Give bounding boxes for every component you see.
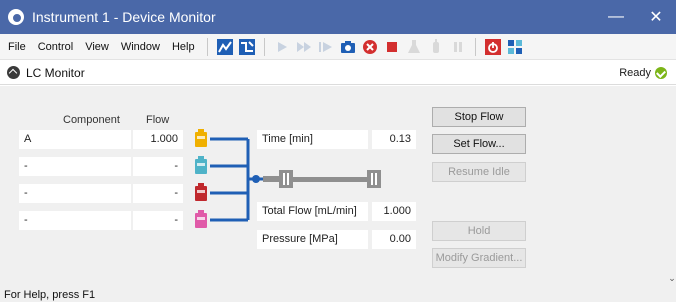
method-icon[interactable] bbox=[238, 38, 256, 56]
toolbar-separator bbox=[206, 37, 208, 56]
scroll-down-icon[interactable]: ⌄ bbox=[668, 274, 676, 283]
flow-field-3[interactable]: - bbox=[133, 184, 183, 203]
column-header-component: Component bbox=[63, 114, 120, 126]
flow-field-1[interactable]: 1.000 bbox=[133, 130, 183, 149]
component-field-2[interactable]: - bbox=[19, 157, 131, 176]
pause-icon[interactable] bbox=[449, 38, 467, 56]
title-bar: Instrument 1 - Device Monitor — ✕ bbox=[0, 0, 676, 34]
lamp-icon[interactable] bbox=[427, 38, 445, 56]
time-label: Time [min] bbox=[257, 130, 368, 149]
lc-monitor-header: LC Monitor Ready bbox=[0, 61, 676, 85]
menu-help[interactable]: Help bbox=[166, 41, 201, 53]
menu-view[interactable]: View bbox=[79, 41, 115, 53]
flow-field-4[interactable]: - bbox=[133, 211, 183, 230]
modify-gradient-button[interactable]: Modify Gradient... bbox=[432, 248, 526, 268]
chart-icon[interactable] bbox=[216, 38, 234, 56]
component-field-1[interactable]: A bbox=[19, 130, 131, 149]
column-header-flow: Flow bbox=[146, 114, 170, 126]
resume-idle-button[interactable]: Resume Idle bbox=[432, 162, 526, 182]
window-title: Instrument 1 - Device Monitor bbox=[32, 9, 216, 25]
status-bar: For Help, press F1 bbox=[0, 286, 676, 302]
mixer-junction-icon bbox=[252, 175, 260, 183]
minimize-button[interactable]: — bbox=[596, 0, 636, 34]
fast-forward-icon[interactable] bbox=[295, 38, 313, 56]
flow-field-2[interactable]: - bbox=[133, 157, 183, 176]
column-icon bbox=[263, 170, 381, 188]
snapshot-icon[interactable] bbox=[339, 38, 357, 56]
menu-file[interactable]: File bbox=[0, 41, 32, 53]
network-icon[interactable] bbox=[506, 38, 524, 56]
toolbar-separator bbox=[474, 37, 476, 56]
toolbar-separator bbox=[263, 37, 265, 56]
total-flow-label: Total Flow [mL/min] bbox=[257, 202, 368, 221]
hold-button[interactable]: Hold bbox=[432, 221, 526, 241]
panel-title: LC Monitor bbox=[26, 65, 85, 80]
component-field-3[interactable]: - bbox=[19, 184, 131, 203]
collapse-icon[interactable] bbox=[7, 66, 20, 79]
total-flow-value: 1.000 bbox=[372, 202, 416, 221]
play-icon[interactable] bbox=[273, 38, 291, 56]
step-icon[interactable] bbox=[317, 38, 335, 56]
close-button[interactable]: ✕ bbox=[636, 0, 676, 34]
flask-icon[interactable] bbox=[405, 38, 423, 56]
status-text: Ready bbox=[619, 66, 651, 79]
set-flow-button[interactable]: Set Flow... bbox=[432, 134, 526, 154]
lc-monitor-panel: Component Flow A 1.000 - - - - - - Time … bbox=[0, 86, 668, 286]
power-icon[interactable] bbox=[484, 38, 502, 56]
component-field-4[interactable]: - bbox=[19, 211, 131, 230]
abort-icon[interactable] bbox=[361, 38, 379, 56]
stop-flow-button[interactable]: Stop Flow bbox=[432, 107, 526, 127]
ready-check-icon bbox=[655, 66, 667, 79]
menu-control[interactable]: Control bbox=[32, 41, 79, 53]
stop-icon[interactable] bbox=[383, 38, 401, 56]
menu-bar: File Control View Window Help bbox=[0, 34, 676, 60]
app-icon bbox=[8, 9, 24, 25]
menu-window[interactable]: Window bbox=[115, 41, 166, 53]
pressure-value: 0.00 bbox=[372, 230, 416, 249]
time-value: 0.13 bbox=[372, 130, 416, 149]
vertical-scrollbar[interactable]: ⌄ bbox=[668, 86, 676, 286]
pressure-label: Pressure [MPa] bbox=[257, 230, 368, 249]
